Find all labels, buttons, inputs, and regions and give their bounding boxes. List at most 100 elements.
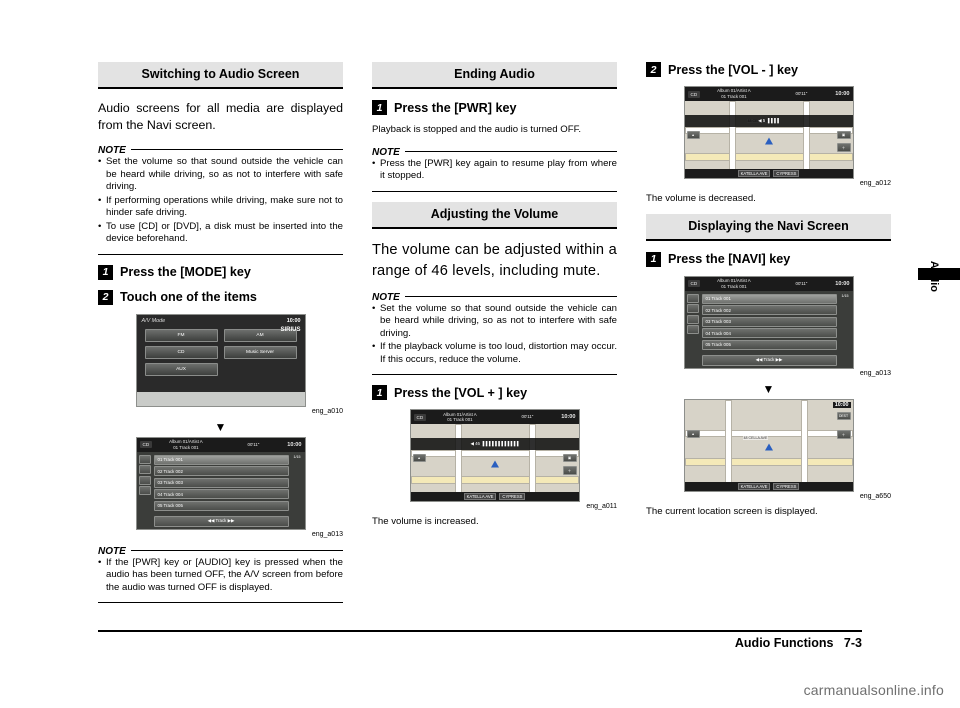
- device-screen-av-mode: A/V Mode 10:00 FM AM CD Music Server AUX…: [135, 313, 306, 407]
- track-row[interactable]: 04 Track 004: [701, 328, 837, 339]
- track-row[interactable]: 05 Track 005: [153, 500, 289, 511]
- map-left-button[interactable]: ▲: [412, 454, 426, 463]
- street-name: KATELLA AVE: [737, 482, 771, 490]
- paragraph-volume-increased: The volume is increased.: [372, 516, 479, 528]
- destination-button[interactable]: DEST: [836, 411, 851, 420]
- footer: Audio Functions 7-3: [735, 636, 862, 650]
- side-buttons[interactable]: [686, 293, 699, 336]
- av-mode-title: A/V Mode: [141, 317, 166, 324]
- track-row[interactable]: 02 Track 002: [153, 466, 289, 476]
- track-row[interactable]: 03 Track 003: [153, 477, 289, 488]
- track-skip-bar[interactable]: ◀◀ Track ▶▶: [153, 515, 289, 527]
- map-panel: 48 CELLA AVE 10:00 DEST ▲ ＋ KATELLA AVE …: [684, 399, 853, 491]
- volume-overlay: ◀ 5 ▐▐▐▐: [684, 115, 853, 127]
- track-rows: 01 Track 001 02 Track 002 03 Track 003 0…: [153, 454, 289, 513]
- map-left-button[interactable]: ▲: [686, 429, 700, 438]
- side-button-2[interactable]: [686, 304, 699, 314]
- road-horizontal-major: [684, 153, 853, 161]
- note-end-rule: [98, 602, 343, 603]
- av-button-cd[interactable]: CD: [144, 345, 218, 359]
- clock: 10:00: [286, 317, 301, 324]
- side-button-4[interactable]: [686, 325, 699, 335]
- figure-caption: eng_a011: [586, 503, 617, 511]
- track-skip-bar[interactable]: ◀◀ Track ▶▶: [701, 354, 837, 366]
- street-name: KATELLA AVE: [463, 493, 497, 501]
- now-playing: Album 01/Artist A 01 Track 001: [700, 88, 768, 99]
- note-list-2: Set the volume so that sound outside the…: [372, 303, 617, 367]
- map-zoom-button[interactable]: ＋: [836, 143, 851, 152]
- side-button-3[interactable]: [138, 475, 151, 485]
- step-press-mode: 1 Press the [MODE] key: [98, 264, 343, 280]
- step-press-vol-down: 2 Press the [VOL - ] key: [646, 62, 891, 77]
- note-item: Set the volume so that sound outside the…: [372, 303, 617, 341]
- map-right-button[interactable]: ▣: [562, 454, 577, 463]
- track-title: 01 Track 001: [447, 417, 473, 423]
- note-divider: [130, 149, 343, 150]
- step-press-pwr: 1 Press the [PWR] key: [372, 100, 617, 115]
- side-button-2[interactable]: [138, 465, 151, 474]
- screen-content: 48 CELLA AVE 10:00 DEST ▲ ＋ KATELLA AVE …: [684, 399, 853, 491]
- section-header-adjusting-volume: Adjusting the Volume: [372, 201, 617, 229]
- av-button-music-server[interactable]: Music Server: [223, 345, 297, 359]
- av-button-fm[interactable]: FM: [144, 328, 218, 342]
- flow-arrow: ▼: [214, 419, 227, 434]
- road-vertical: [528, 424, 536, 502]
- av-button-aux[interactable]: AUX: [144, 362, 218, 376]
- note-item: To use [CD] or [DVD], a disk must be ins…: [98, 221, 343, 246]
- album-artist: Album 01/Artist A: [169, 438, 203, 444]
- side-button-1[interactable]: [686, 293, 699, 303]
- step-text: Press the [PWR] key: [394, 100, 517, 115]
- screen-content: A/V Mode 10:00 FM AM CD Music Server AUX…: [136, 314, 305, 392]
- note-list: Press the [PWR] key again to resume play…: [372, 158, 617, 183]
- note-heading: NOTE: [372, 145, 617, 158]
- step-number: 1: [646, 251, 661, 267]
- map-left-button[interactable]: ▲: [686, 131, 700, 139]
- road-horizontal: [684, 127, 853, 134]
- clock: 10:00: [287, 441, 302, 448]
- elapsed-time: 00'11": [795, 280, 808, 286]
- track-row[interactable]: 01 Track 001: [153, 454, 289, 465]
- screen-content: 1/15 01 Track 001 02 Track 002 03 Track …: [136, 451, 305, 529]
- album-artist: Album 01/Artist A: [443, 411, 477, 417]
- map-zoom-button[interactable]: ＋: [836, 429, 851, 439]
- map-right-button[interactable]: ▣: [836, 131, 851, 139]
- watermark-text: carmanualsonline.info: [803, 682, 944, 698]
- step-number: 1: [98, 264, 113, 280]
- device-screen-audio-list: CD Album 01/Artist A 01 Track 001 00'11"…: [135, 436, 306, 530]
- track-row[interactable]: 03 Track 003: [701, 316, 837, 327]
- figure-caption: eng_a010: [311, 407, 343, 415]
- paragraph-volume-decreased: The volume is decreased.: [646, 193, 756, 204]
- street-name: KATELLA AVE: [737, 170, 771, 177]
- side-button-1[interactable]: [138, 454, 151, 464]
- track-row[interactable]: 04 Track 004: [153, 489, 289, 499]
- side-button-3[interactable]: [686, 314, 699, 324]
- figure-current-location-screen: 48 CELLA AVE 10:00 DEST ▲ ＋ KATELLA AVE …: [646, 398, 891, 500]
- note-item: Press the [PWR] key again to resume play…: [372, 158, 617, 183]
- road-vertical: [454, 424, 462, 502]
- media-tag: CD: [139, 441, 153, 448]
- device-screen-audio-list-2: CD Album 01/Artist A 01 Track 001 00'11"…: [683, 275, 854, 369]
- side-buttons[interactable]: [138, 454, 151, 497]
- footer-page-number: 7-3: [843, 636, 862, 650]
- map-zoom-button[interactable]: ＋: [562, 466, 577, 476]
- track-row[interactable]: 01 Track 001: [701, 293, 837, 304]
- watermark: carmanualsonline.info: [804, 682, 944, 698]
- note-label: NOTE: [98, 545, 126, 557]
- track-row[interactable]: 05 Track 005: [701, 339, 837, 350]
- footer-rule: [98, 630, 862, 632]
- note-divider: [404, 295, 617, 297]
- screen-topbar: CD Album 01/Artist A 01 Track 001 00'11"…: [136, 437, 305, 452]
- note-item: If the playback volume is too loud, dist…: [372, 341, 617, 366]
- road-horizontal-major: [410, 476, 579, 485]
- list-counter: 1/15: [293, 454, 301, 459]
- road-horizontal-major: [684, 457, 853, 466]
- track-row[interactable]: 02 Track 002: [701, 305, 837, 316]
- map-panel: 48 CELLA AVE ▲ ▣ ＋ KATELLA AVE CYPRESS ◀…: [410, 424, 579, 502]
- city-name: CYPRESS: [773, 170, 800, 177]
- side-button-4[interactable]: [138, 486, 151, 495]
- figure-caption: eng_a013: [859, 369, 891, 377]
- map-label: 48 CELLA AVE: [742, 435, 769, 440]
- footer-title: Audio Functions: [734, 636, 834, 650]
- step-press-navi: 1 Press the [NAVI] key: [646, 251, 891, 267]
- map-bottom-bar: KATELLA AVE CYPRESS: [684, 169, 853, 178]
